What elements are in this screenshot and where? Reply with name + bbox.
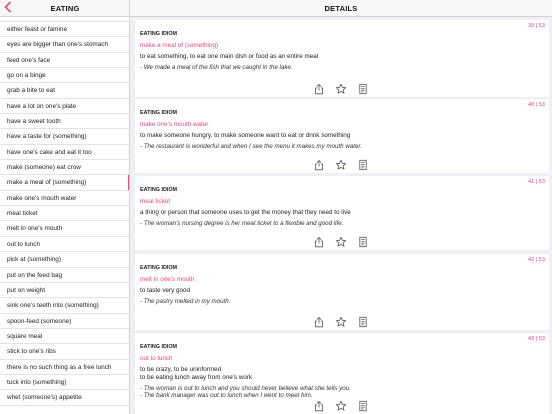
list-item[interactable]: spoon-feed (someone) <box>0 314 129 329</box>
star-icon[interactable] <box>335 399 347 411</box>
details-title: DETAILS <box>324 4 358 13</box>
document-icon[interactable] <box>357 399 369 412</box>
idiom-card: 42 | 53 EATING IDIOM melt in one's mouth to… <box>135 254 549 330</box>
details-pane: DETAILS 39 | 53 EATING IDIOM make a meal o… <box>130 0 552 414</box>
list-header: EATING <box>0 0 129 17</box>
card-counter: 41 | 53 <box>527 179 545 185</box>
list-item[interactable]: make a meal of (something) <box>0 175 129 191</box>
card-example: - The pastry melted in my mouth. <box>140 298 231 305</box>
star-icon[interactable] <box>335 235 347 247</box>
list-item[interactable]: make one's mouth water <box>0 191 129 207</box>
list-item[interactable]: make (someone) eat crow <box>0 160 129 176</box>
idiom-card: 40 | 53 EATING IDIOM make one's mouth wate… <box>135 99 549 173</box>
list-item[interactable]: tuck into (something) <box>0 375 129 391</box>
list-item[interactable]: whet (someone's) appetite <box>0 390 129 406</box>
card-counter: 39 | 53 <box>527 23 545 29</box>
card-definition: a thing or person that someone uses to g… <box>140 209 351 216</box>
document-icon[interactable] <box>357 82 369 95</box>
list-item[interactable]: put on weight <box>0 283 129 299</box>
card-category: EATING IDIOM <box>140 187 178 193</box>
card-counter: 42 | 53 <box>527 257 545 263</box>
idiom-list: eat out of (someone's) handseither feast… <box>0 10 129 406</box>
card-category: EATING IDIOM <box>140 265 178 271</box>
card-category: EATING IDIOM <box>140 110 178 116</box>
star-icon[interactable] <box>335 315 347 327</box>
list-item[interactable]: eyes are bigger than one's stomach <box>0 37 129 53</box>
card-example: - The woman's nursing degree is her meal… <box>140 220 344 227</box>
card-category: EATING IDIOM <box>140 344 178 350</box>
list-item[interactable]: square meal <box>0 329 129 345</box>
list-item[interactable]: meal ticket <box>0 206 129 222</box>
document-icon[interactable] <box>357 235 369 248</box>
idiom-card: 43 | 53 EATING IDIOM out to lunch to be cra… <box>135 333 549 414</box>
card-category: EATING IDIOM <box>140 31 178 37</box>
card-counter: 43 | 53 <box>527 336 545 342</box>
list-item[interactable]: pick at (something) <box>0 252 129 268</box>
list-item[interactable]: either feast or famine <box>0 22 129 38</box>
list-item[interactable]: melt in one's mouth <box>0 221 129 237</box>
list-item[interactable]: out to lunch <box>0 237 129 253</box>
star-icon[interactable] <box>335 82 347 94</box>
card-counter: 40 | 53 <box>527 102 545 108</box>
card-definition: to taste very good <box>140 287 191 294</box>
idiom-list-pane: eat out of (someone's) handseither feast… <box>0 0 130 414</box>
card-definition: to make someone hungry, to make someone … <box>140 132 351 139</box>
card-definition: to be eating lunch away from one's work <box>140 373 253 381</box>
card-term: melt in one's mouth <box>140 276 195 283</box>
list-title: EATING <box>50 4 80 13</box>
share-icon[interactable] <box>313 235 325 248</box>
card-term: make one's mouth water <box>140 121 209 128</box>
list-item[interactable]: put on the feed bag <box>0 268 129 283</box>
share-icon[interactable] <box>313 82 325 95</box>
list-item[interactable]: sink one's teeth into (something) <box>0 298 129 314</box>
share-icon[interactable] <box>313 399 325 412</box>
list-item[interactable]: grab a bite to eat <box>0 83 129 99</box>
list-item[interactable]: have a sweet tooth <box>0 114 129 130</box>
card-definition: to eat something, to eat one main dish o… <box>140 53 319 60</box>
idiom-card: 39 | 53 EATING IDIOM make a meal of (somet… <box>135 20 549 97</box>
share-icon[interactable] <box>313 158 325 171</box>
document-icon[interactable] <box>357 315 369 328</box>
list-item[interactable]: stick to one's ribs <box>0 344 129 360</box>
card-example: - The restaurant is wonderful and when I… <box>140 143 362 150</box>
card-example: - The bank manager was out to lunch when… <box>140 392 313 399</box>
star-icon[interactable] <box>335 158 347 170</box>
list-item[interactable]: go on a binge <box>0 68 129 84</box>
list-item[interactable]: there is no such thing as a free lunch <box>0 360 129 375</box>
list-item[interactable]: have a taste for (something) <box>0 129 129 145</box>
card-term: make a meal of (something) <box>140 42 219 49</box>
card-example: - We made a meal of the fish that we cau… <box>140 64 293 71</box>
share-icon[interactable] <box>313 315 325 328</box>
idiom-card: 41 | 53 EATING IDIOM meal ticket a thing or… <box>135 176 549 250</box>
card-term: out to lunch <box>140 355 173 362</box>
card-term: meal ticket <box>140 198 171 205</box>
details-header: DETAILS <box>130 0 552 17</box>
list-item[interactable]: feed one's face <box>0 53 129 69</box>
document-icon[interactable] <box>357 158 369 171</box>
list-item[interactable]: have a lot on one's plate <box>0 99 129 115</box>
list-item[interactable]: have one's cake and eat it too <box>0 145 129 161</box>
